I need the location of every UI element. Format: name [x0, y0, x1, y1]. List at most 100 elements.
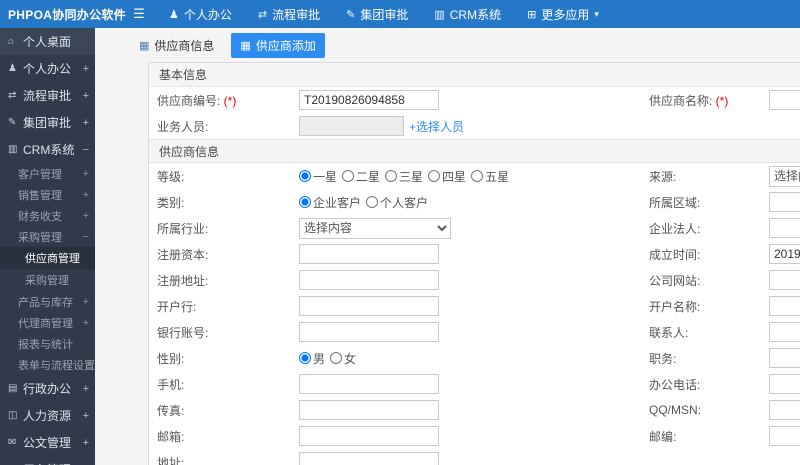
radio-input[interactable]: [330, 352, 343, 364]
form-cell: QQ/MSN:: [649, 397, 800, 423]
topnav-item-workflow-approval[interactable]: ⇄ 流程审批: [245, 0, 333, 28]
topnav-item-personal-office[interactable]: ♟ 个人办公: [156, 0, 245, 28]
radio-input[interactable]: [299, 352, 311, 364]
mobile-input[interactable]: [299, 374, 439, 394]
job-title-input[interactable]: [769, 348, 800, 368]
form-cell: 成立时间:: [649, 241, 800, 267]
tab-supplier-info[interactable]: ▦ 供应商信息: [130, 33, 223, 58]
radio-option[interactable]: 四星: [428, 168, 466, 185]
tab-supplier-add[interactable]: ▦ 供应商添加: [231, 32, 325, 58]
sidebar-item-workflow-approval[interactable]: ⇄ 流程审批 +: [0, 82, 95, 109]
region-input[interactable]: [769, 192, 800, 212]
sales-person-input[interactable]: [299, 116, 404, 136]
sidebar-item-crm-system[interactable]: ▥ CRM系统 −: [0, 136, 95, 163]
form-cell: 公司网站:: [649, 267, 800, 293]
field-label: 供应商编号: (*): [157, 93, 237, 108]
office-phone-input[interactable]: [769, 374, 800, 394]
contact-input[interactable]: [769, 322, 800, 342]
form-row: 邮箱: 邮编:: [149, 423, 800, 449]
table-icon: ▦: [139, 39, 150, 52]
sidebar-item-label: 个人桌面: [23, 35, 72, 49]
email-input[interactable]: [299, 426, 439, 446]
sidebar-item-reports[interactable]: 报表与统计: [0, 333, 95, 354]
radio-input[interactable]: [471, 170, 484, 182]
radio-option[interactable]: 男: [299, 350, 325, 367]
sidebar-item-hr[interactable]: ◫ 人力资源 +: [0, 402, 95, 429]
established-date-input[interactable]: [769, 244, 800, 264]
bank-input[interactable]: [299, 296, 439, 316]
sidebar-item-customer-mgmt[interactable]: 客户管理 +: [0, 163, 95, 184]
radio-input[interactable]: [299, 196, 311, 208]
website-input[interactable]: [769, 270, 800, 290]
radio-input[interactable]: [342, 170, 355, 182]
topnav-item-group-approval[interactable]: ✎ 集团审批: [333, 0, 421, 28]
sidebar-item-admin-office[interactable]: ▤ 行政办公 +: [0, 375, 95, 402]
sidebar-item-personal-office[interactable]: ♟ 个人办公 +: [0, 55, 95, 82]
expand-plus-icon: +: [82, 116, 89, 129]
sidebar-item-form-flow-settings[interactable]: 表单与流程设置+: [0, 354, 95, 375]
field-control: [299, 270, 439, 290]
sidebar-item-vehicle-mgmt[interactable]: ▣用车管理+: [0, 456, 95, 465]
flow-icon: ⇄: [8, 90, 17, 101]
form-row: 手机: 办公电话:: [149, 371, 800, 397]
radio-option[interactable]: 个人客户: [366, 194, 428, 211]
supplier-code-input[interactable]: [299, 90, 439, 110]
sidebar-item-purchase-mgmt[interactable]: 采购管理: [0, 269, 95, 291]
form-cell: 来源: 选择内容: [649, 163, 800, 189]
sidebar-item-sales-mgmt[interactable]: 销售管理 +: [0, 184, 95, 205]
qq-msn-input[interactable]: [769, 400, 800, 420]
radio-option[interactable]: 女: [330, 350, 356, 367]
radio-label: 三星: [399, 169, 424, 184]
form-cell: 供应商编号: (*): [149, 87, 649, 113]
topnav-item-more-apps[interactable]: ⊞ 更多应用 ▾: [514, 0, 612, 28]
legal-person-input[interactable]: [769, 218, 800, 238]
form-cell: 性别: 男女: [149, 345, 649, 371]
supplier-name-input[interactable]: [769, 90, 800, 110]
sidebar-item-agent-mgmt[interactable]: 代理商管理 +: [0, 312, 95, 333]
sidebar-item-group-approval[interactable]: ✎ 集团审批 +: [0, 109, 95, 136]
sidebar-item-product-stock[interactable]: 产品与库存 +: [0, 291, 95, 312]
form-cell: [649, 113, 800, 139]
sidebar-item-finance[interactable]: 财务收支 +: [0, 205, 95, 226]
radio-input[interactable]: [428, 170, 441, 182]
radio-input[interactable]: [366, 196, 379, 208]
registered-address-input[interactable]: [299, 270, 439, 290]
field-control: [769, 348, 800, 368]
radio-option[interactable]: 二星: [342, 168, 380, 185]
form-panel: 基本信息供应商编号: (*) 供应商名称: (*) 业务人员: +选择人员供应商信息等…: [148, 62, 800, 465]
industry-select[interactable]: 选择内容: [299, 217, 451, 239]
radio-input[interactable]: [385, 170, 398, 182]
radio-option[interactable]: 五星: [471, 168, 509, 185]
field-label: 银行账号:: [157, 325, 209, 340]
topnav-item-crm-system[interactable]: ▥ CRM系统: [421, 0, 514, 28]
field-label: 邮编:: [649, 429, 677, 444]
form-cell: 地址:: [149, 449, 649, 465]
sidebar-item-official-docs[interactable]: ✉ 公文管理 +: [0, 429, 95, 456]
hamburger-menu-icon[interactable]: ☰: [122, 6, 156, 22]
sidebar-item-personal-desktop[interactable]: ⌂ 个人桌面: [0, 28, 95, 55]
topnav-label: 集团审批: [360, 7, 409, 22]
bank-account-input[interactable]: [299, 322, 439, 342]
app-window: PHPOA协同办公软件 ☰ ♟ 个人办公 ⇄ 流程审批 ✎ 集团审批 ▥ CRM系统 ⊞ 更多应用…: [0, 0, 800, 465]
address-input[interactable]: [299, 452, 439, 465]
sidebar-item-procurement[interactable]: 采购管理 −: [0, 226, 95, 247]
field-control: 男女: [299, 350, 361, 367]
sidebar-item-supplier-mgmt[interactable]: 供应商管理: [0, 247, 95, 269]
fax-input[interactable]: [299, 400, 439, 420]
registered-capital-input[interactable]: [299, 244, 439, 264]
postcode-input[interactable]: [769, 426, 800, 446]
radio-option[interactable]: 企业客户: [299, 194, 361, 211]
source-select[interactable]: 选择内容: [769, 165, 800, 187]
select-person-link[interactable]: +选择人员: [409, 118, 464, 135]
caret-down-icon: ▾: [594, 8, 599, 19]
field-label: QQ/MSN:: [649, 403, 702, 417]
radio-option[interactable]: 一星: [299, 168, 337, 185]
field-control: [769, 400, 800, 420]
account-name-input[interactable]: [769, 296, 800, 316]
radio-option[interactable]: 三星: [385, 168, 423, 185]
field-label: 开户名称:: [649, 299, 701, 314]
field-control: [299, 90, 439, 110]
radio-input[interactable]: [299, 170, 311, 182]
form-cell: 开户行:: [149, 293, 649, 319]
main-content: ▦供应商信息 ▦供应商添加 基本信息供应商编号: (*)供应商名称: (*)业务人…: [95, 28, 800, 465]
